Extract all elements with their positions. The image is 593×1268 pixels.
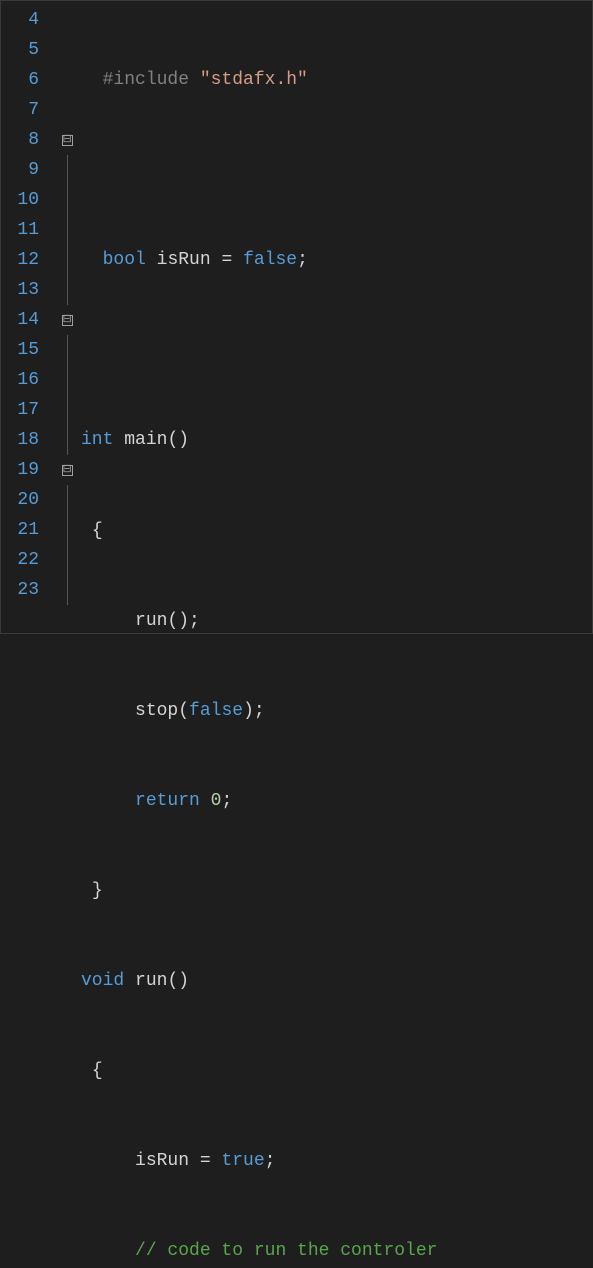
line-number: 20 <box>9 485 39 515</box>
function-token: main <box>124 430 167 450</box>
line-number: 19 <box>9 455 39 485</box>
fold-toggle-icon[interactable]: ⊟ <box>62 135 73 146</box>
line-number: 14 <box>9 305 39 335</box>
punct-token: ) <box>243 701 254 721</box>
keyword-token: false <box>243 250 297 270</box>
keyword-token: int <box>81 430 113 450</box>
line-number: 5 <box>9 35 39 65</box>
function-token: stop <box>135 701 178 721</box>
line-number: 6 <box>9 65 39 95</box>
string-token: "stdafx.h" <box>200 70 308 90</box>
line-number: 18 <box>9 425 39 455</box>
operator-token: = <box>189 1151 221 1171</box>
identifier-token: isRun <box>135 1151 189 1171</box>
line-number: 23 <box>9 575 39 605</box>
number-token: 0 <box>211 791 222 811</box>
brace-token: { <box>92 1061 103 1081</box>
code-line[interactable]: bool isRun = false; <box>81 245 448 275</box>
line-number: 13 <box>9 275 39 305</box>
punct-token: ; <box>297 250 308 270</box>
line-number-gutter: 4 5 6 7 8 9 10 11 12 13 14 15 16 17 18 1… <box>1 1 57 633</box>
code-line[interactable]: { <box>81 1056 448 1086</box>
keyword-token: return <box>135 791 200 811</box>
keyword-token: bool <box>103 250 146 270</box>
line-number: 4 <box>9 5 39 35</box>
punct-token: () <box>167 971 189 991</box>
code-line[interactable]: void run() <box>81 966 448 996</box>
line-number: 16 <box>9 365 39 395</box>
code-line[interactable]: { <box>81 516 448 546</box>
line-number: 15 <box>9 335 39 365</box>
line-number: 17 <box>9 395 39 425</box>
keyword-token: true <box>221 1151 264 1171</box>
function-token: run <box>135 971 167 991</box>
code-line[interactable]: } <box>81 876 448 906</box>
keyword-token: void <box>81 971 124 991</box>
line-number: 8 <box>9 125 39 155</box>
code-area[interactable]: #include "stdafx.h" bool isRun = false; … <box>77 1 448 633</box>
code-line[interactable]: stop(false); <box>81 696 448 726</box>
line-number: 10 <box>9 185 39 215</box>
punct-token: () <box>167 611 189 631</box>
code-line[interactable] <box>81 335 448 365</box>
comment-token: // code to run the controler <box>135 1241 437 1261</box>
keyword-token: false <box>189 701 243 721</box>
code-line[interactable] <box>81 155 448 185</box>
brace-token: } <box>92 881 103 901</box>
punct-token: ; <box>221 791 232 811</box>
punct-token: () <box>167 430 189 450</box>
punct-token: ; <box>189 611 200 631</box>
fold-gutter: ⊟ ⊟ ⊟ <box>57 1 77 633</box>
line-number: 12 <box>9 245 39 275</box>
code-line[interactable]: #include "stdafx.h" <box>81 65 448 95</box>
identifier-token: isRun <box>157 250 211 270</box>
fold-toggle-icon[interactable]: ⊟ <box>62 315 73 326</box>
code-editor[interactable]: 4 5 6 7 8 9 10 11 12 13 14 15 16 17 18 1… <box>1 1 592 633</box>
line-number: 7 <box>9 95 39 125</box>
punct-token: ; <box>254 701 265 721</box>
code-line[interactable]: return 0; <box>81 786 448 816</box>
brace-token: { <box>92 521 103 541</box>
fold-toggle-icon[interactable]: ⊟ <box>62 465 73 476</box>
line-number: 21 <box>9 515 39 545</box>
code-line[interactable]: isRun = true; <box>81 1146 448 1176</box>
operator-token: = <box>211 250 243 270</box>
directive-token: #include <box>103 70 189 90</box>
line-number: 9 <box>9 155 39 185</box>
code-line[interactable]: int main() <box>81 425 448 455</box>
code-line[interactable]: run(); <box>81 606 448 636</box>
punct-token: ( <box>178 701 189 721</box>
line-number: 11 <box>9 215 39 245</box>
punct-token: ; <box>265 1151 276 1171</box>
line-number: 22 <box>9 545 39 575</box>
function-token: run <box>135 611 167 631</box>
code-line[interactable]: // code to run the controler <box>81 1236 448 1266</box>
